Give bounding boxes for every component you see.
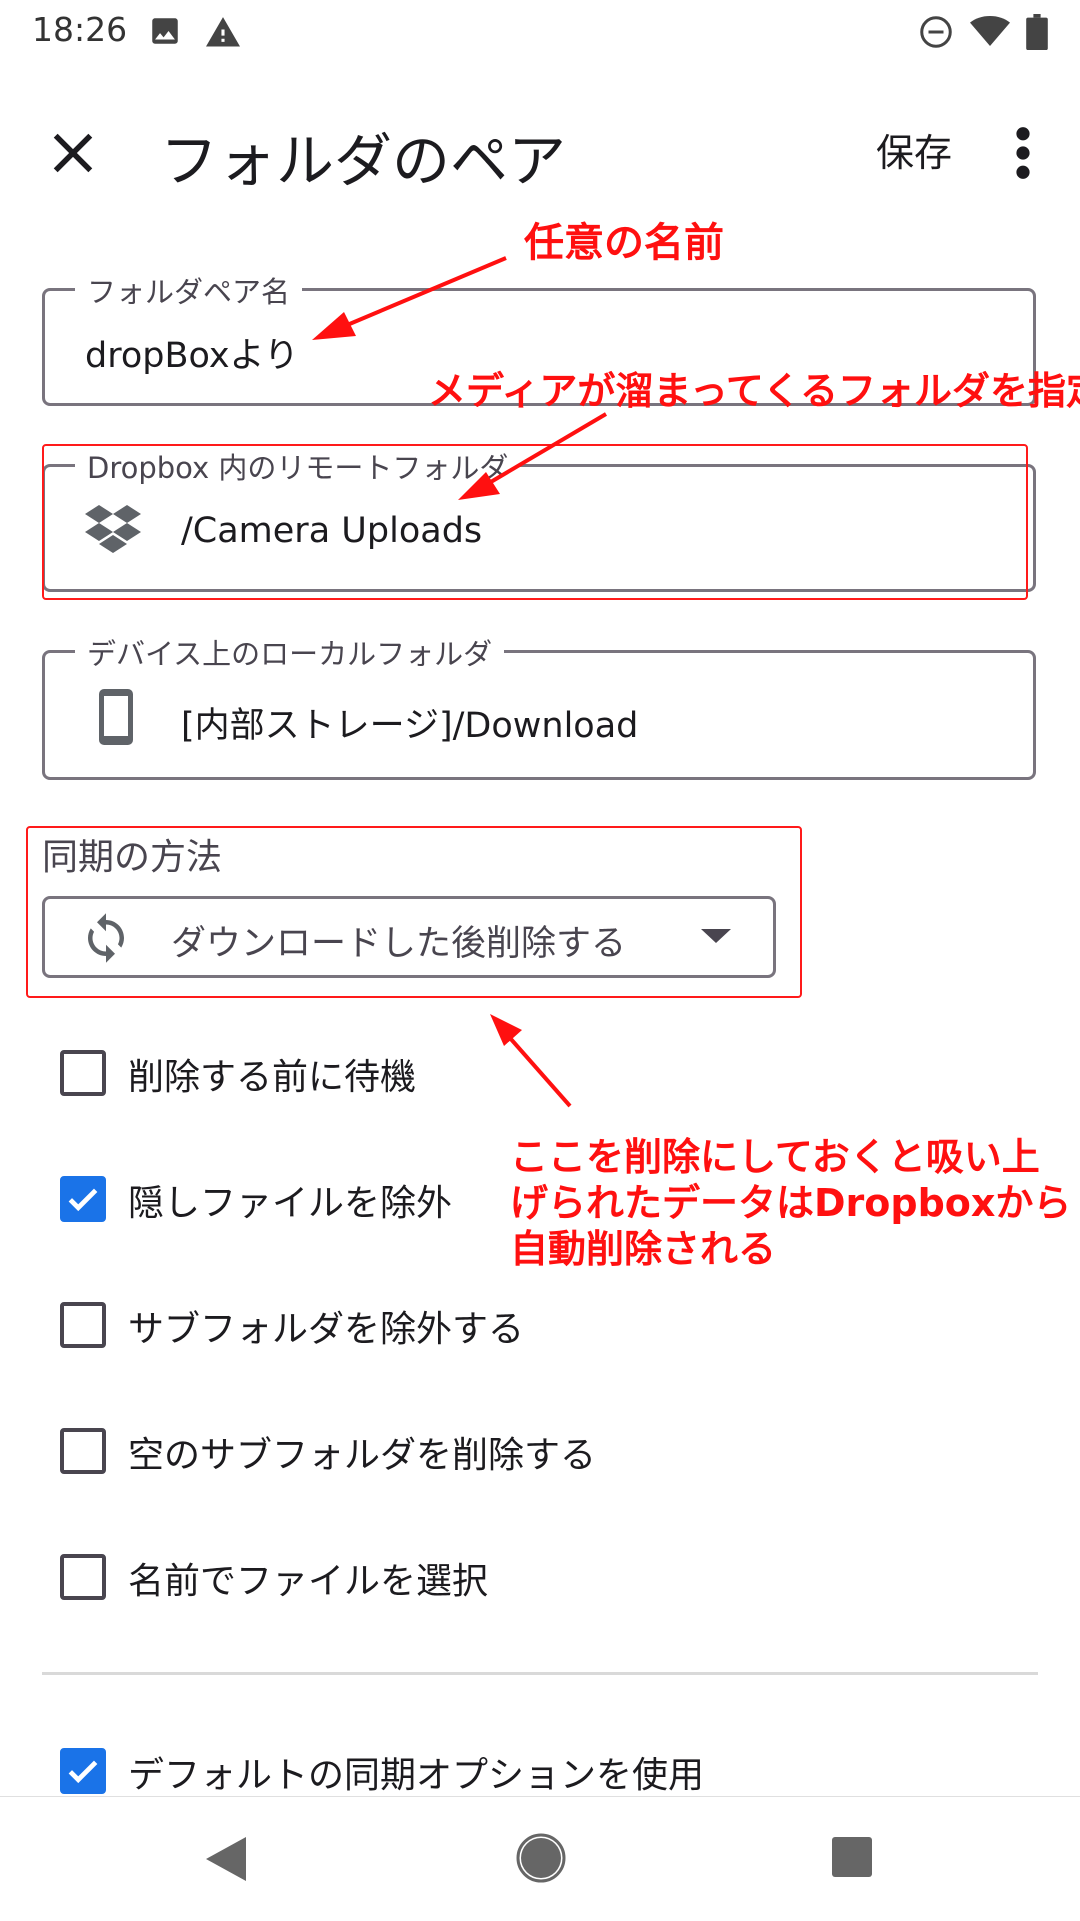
checkbox[interactable] xyxy=(60,1050,106,1096)
local-folder-label: デバイス上のローカルフォルダ xyxy=(75,631,505,673)
annotation-sync-note-line3: 自動削除される xyxy=(510,1227,777,1271)
checkbox-checked[interactable] xyxy=(60,1748,106,1794)
phone-icon xyxy=(97,687,135,751)
status-time: 18:26 xyxy=(32,10,128,49)
checkbox[interactable] xyxy=(60,1428,106,1474)
divider xyxy=(42,1672,1038,1675)
close-icon xyxy=(53,133,93,173)
option-label: 名前でファイルを選択 xyxy=(128,1561,489,1602)
more-options-button[interactable] xyxy=(1000,120,1046,186)
image-icon xyxy=(148,14,182,52)
annotation-box-remote xyxy=(42,444,1028,600)
local-folder-value: [内部ストレージ]/Download xyxy=(181,706,639,746)
more-vert-icon xyxy=(1016,127,1030,179)
navigation-bar xyxy=(0,1796,1080,1921)
option-label: 削除する前に待機 xyxy=(128,1057,417,1098)
annotation-remote-note: メディアが溜まってくるフォルダを指定 xyxy=(428,369,1080,413)
option-label: サブフォルダを除外する xyxy=(128,1309,525,1350)
do-not-disturb-icon xyxy=(918,14,954,54)
close-button[interactable] xyxy=(40,120,106,186)
option-label: 隠しファイルを除外 xyxy=(128,1183,453,1224)
annotation-name-note: 任意の名前 xyxy=(524,220,724,266)
option-label: デフォルトの同期オプションを使用 xyxy=(128,1755,705,1796)
pair-name-label: フォルダペア名 xyxy=(75,269,303,311)
save-button[interactable]: 保存 xyxy=(876,122,952,177)
app-bar: フォルダのペア 保存 xyxy=(0,80,1080,220)
checkbox[interactable] xyxy=(60,1554,106,1600)
checkbox[interactable] xyxy=(60,1302,106,1348)
back-button[interactable] xyxy=(204,1835,248,1887)
warning-icon xyxy=(204,14,242,52)
page-title: フォルダのペア xyxy=(160,127,567,195)
home-icon xyxy=(516,1833,566,1883)
option-wait-before-delete[interactable]: 削除する前に待機 xyxy=(60,1040,960,1110)
option-delete-empty-subfolders[interactable]: 空のサブフォルダを削除する xyxy=(60,1418,960,1488)
annotation-box-sync xyxy=(26,826,802,998)
local-folder-field[interactable]: デバイス上のローカルフォルダ [内部ストレージ]/Download xyxy=(42,631,1036,780)
back-icon xyxy=(206,1837,246,1881)
option-exclude-subfolders[interactable]: サブフォルダを除外する xyxy=(60,1292,960,1362)
checkbox-checked[interactable] xyxy=(60,1176,106,1222)
check-icon xyxy=(68,1188,98,1212)
status-bar: 18:26 xyxy=(0,0,1080,64)
wifi-icon xyxy=(970,14,1010,52)
check-icon xyxy=(68,1760,98,1784)
option-select-by-name[interactable]: 名前でファイルを選択 xyxy=(60,1544,960,1614)
recents-icon xyxy=(832,1837,872,1877)
battery-icon xyxy=(1026,14,1048,54)
option-label: 空のサブフォルダを削除する xyxy=(128,1435,597,1476)
recents-button[interactable] xyxy=(832,1837,872,1881)
pair-name-input[interactable]: dropBoxより xyxy=(85,327,299,378)
home-button[interactable] xyxy=(516,1833,566,1887)
